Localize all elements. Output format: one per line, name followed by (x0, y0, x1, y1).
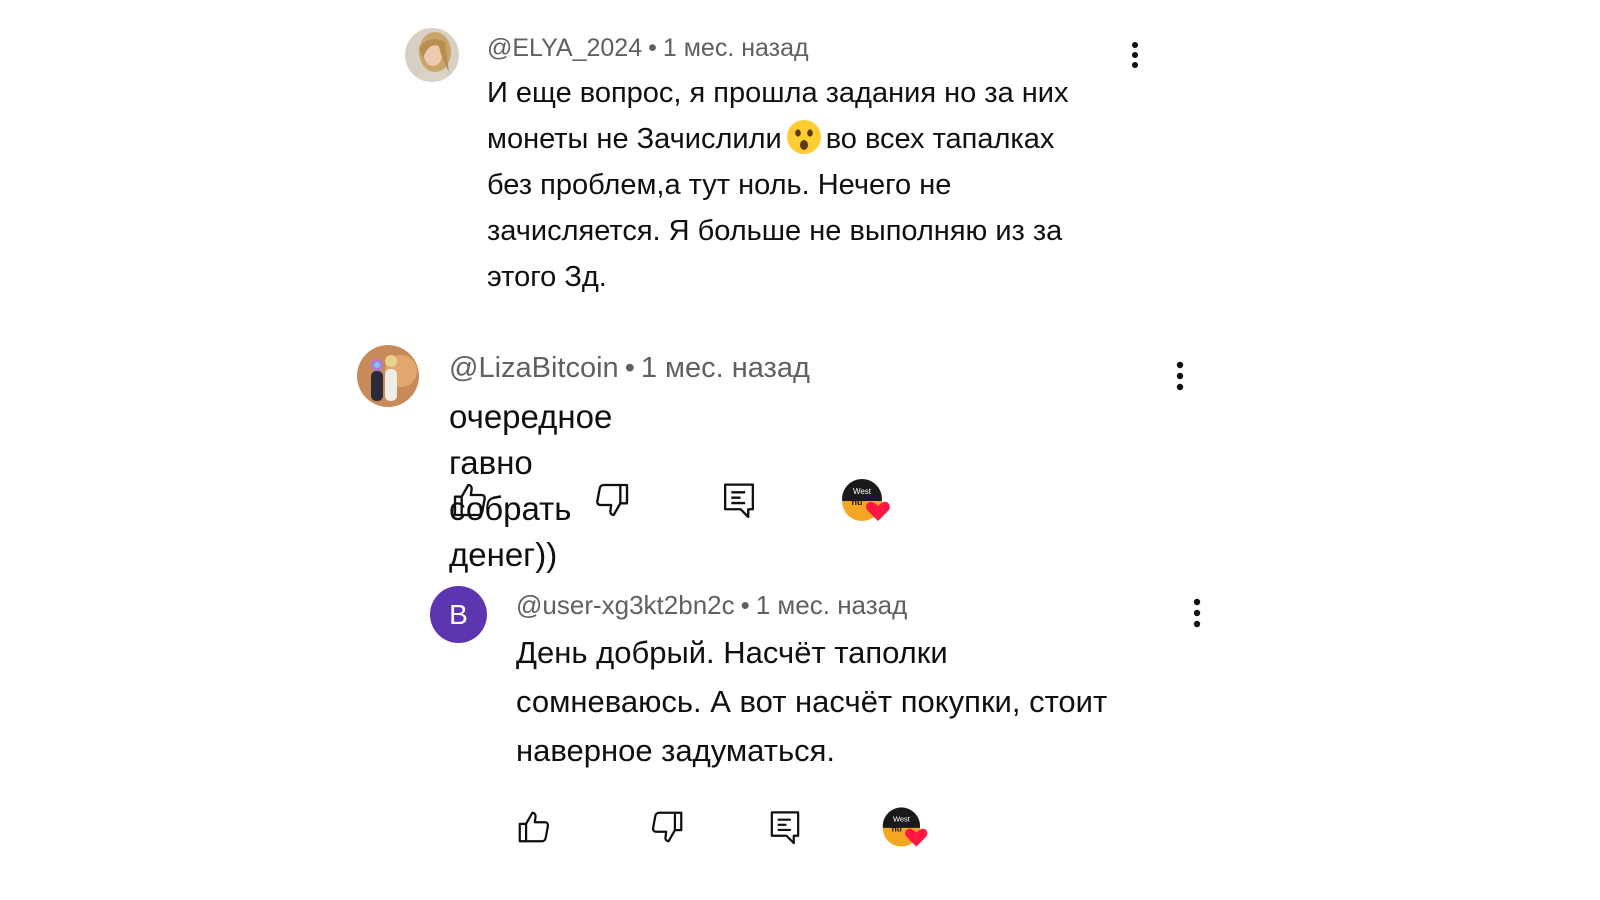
comment-text: День добрый. Насчёт таполки сомневаюсь. … (516, 628, 1216, 775)
creator-heart-icon: West hu (882, 807, 928, 847)
comment-time[interactable]: 1 мес. назад (756, 590, 908, 620)
comment-line: монеты не Зачислили во всех тапалках (487, 116, 1167, 162)
avatar[interactable] (357, 345, 419, 407)
thumbs-down-icon (651, 811, 683, 843)
comment-line-part: во всех тапалках (825, 123, 1055, 155)
more-vert-icon (1176, 361, 1184, 391)
astonished-face-icon (786, 119, 822, 155)
comment-actions: West hu (445, 475, 905, 525)
comment-meta: @LizaBitcoin • 1 мес. назад (449, 350, 810, 386)
badge-text-top: West (893, 814, 911, 823)
comment-meta: @ELYA_2024 • 1 мес. назад (487, 32, 809, 64)
comment-line: сомневаюсь. А вот насчёт покупки, стоит (516, 684, 1108, 719)
more-vert-icon (1132, 42, 1138, 68)
comment-line: без проблем,а тут ноль. Нечего не (487, 169, 952, 201)
comment-text: И еще вопрос, я прошла задания но за них… (487, 70, 1167, 300)
like-button[interactable] (509, 802, 559, 852)
thumbs-up-icon (518, 811, 550, 843)
comment-time[interactable]: 1 мес. назад (663, 34, 809, 62)
comment-meta: @user-xg3kt2bn2c • 1 мес. назад (516, 588, 907, 622)
thumbs-down-icon (596, 483, 629, 517)
comment-time[interactable]: 1 мес. назад (641, 352, 810, 384)
comment-reply-icon (770, 811, 800, 845)
more-vert-icon (1193, 598, 1201, 628)
author-name[interactable]: @user-xg3kt2bn2c (516, 590, 735, 620)
creator-heart-icon: West hu (842, 479, 890, 521)
avatar-letter: B (449, 598, 468, 630)
comment-line: зачисляется. Я больше не выполняю из за (487, 215, 1063, 247)
comment-line: День добрый. Насчёт таполки (516, 635, 948, 670)
badge-text-bottom: hu (892, 824, 902, 834)
meta-separator: • (624, 352, 635, 384)
more-options-button[interactable] (1160, 354, 1200, 398)
dislike-button[interactable] (587, 475, 637, 525)
creator-heart-badge: West hu (877, 802, 937, 852)
meta-separator: • (740, 590, 750, 620)
avatar[interactable] (405, 28, 459, 82)
like-button[interactable] (445, 475, 495, 525)
thumbs-up-icon (453, 483, 486, 517)
badge-text-bottom: hu (852, 497, 863, 507)
comment-line: И еще вопрос, я прошла задания но за них (487, 77, 1069, 109)
avatar[interactable]: B (430, 586, 487, 643)
comment-line: этого Зд. (487, 261, 607, 293)
creator-heart-badge: West hu (838, 475, 898, 525)
comment-reply-icon (724, 483, 754, 519)
reply-button[interactable] (714, 475, 764, 525)
comments-page: @ELYA_2024 • 1 мес. назад И еще вопрос, я … (0, 0, 1600, 900)
meta-separator: • (648, 34, 657, 62)
comment-actions: West hu (509, 802, 949, 852)
author-name[interactable]: @ELYA_2024 (487, 34, 642, 62)
reply-button[interactable] (760, 802, 810, 852)
dislike-button[interactable] (642, 802, 692, 852)
badge-text-top: West (853, 487, 872, 496)
comment-line-part: монеты не Зачислили (487, 123, 782, 155)
comment-line: наверное задуматься. (516, 733, 835, 768)
author-name[interactable]: @LizaBitcoin (449, 352, 619, 384)
